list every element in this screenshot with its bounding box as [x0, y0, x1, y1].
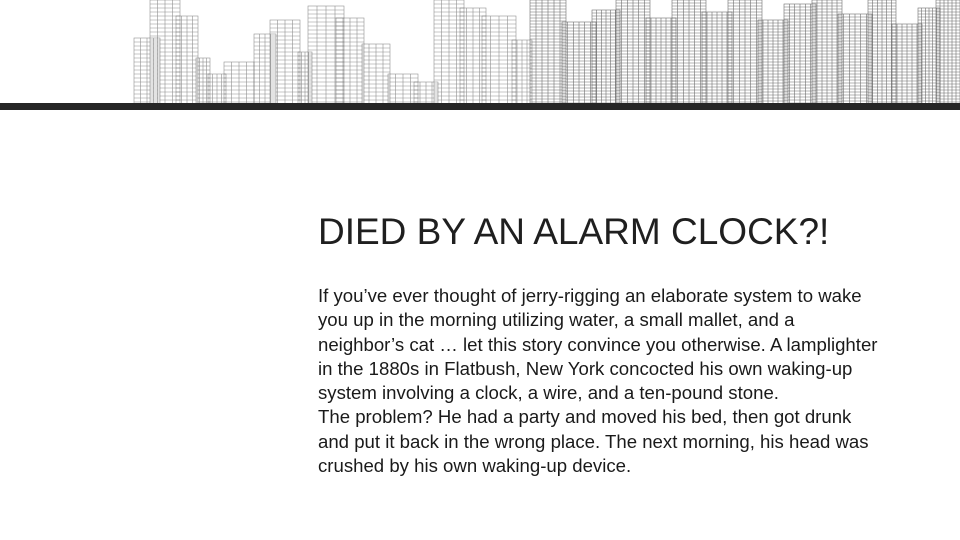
skyline-building — [253, 33, 277, 104]
skyline-building — [307, 5, 345, 104]
skyline-building — [335, 17, 365, 104]
skyline-building — [917, 7, 941, 104]
skyline-building — [891, 23, 923, 104]
skyline-building — [727, 0, 763, 104]
skyline-building — [223, 61, 255, 104]
skyline-building — [149, 0, 181, 104]
skyline-building — [783, 3, 817, 104]
skyline-building — [207, 73, 227, 104]
skyline-building — [671, 0, 707, 104]
skyline-building — [645, 17, 677, 104]
skyline-building — [935, 0, 960, 104]
body-paragraph: The problem? He had a party and moved hi… — [318, 406, 869, 477]
skyline-building — [361, 43, 391, 104]
skyline-building — [757, 19, 789, 104]
skyline-building — [413, 81, 439, 104]
slide-title: DIED BY AN ALARM CLOCK?! — [318, 211, 830, 252]
skyline-building — [387, 73, 419, 104]
skyline-building — [511, 39, 533, 104]
skyline-building — [433, 0, 465, 104]
body-paragraph: If you’ve ever thought of jerry-rigging … — [318, 285, 878, 404]
header-divider — [0, 103, 960, 110]
skyline-building — [481, 15, 517, 104]
skyline-building — [615, 0, 651, 104]
skyline-building — [175, 15, 199, 104]
skyline-building — [701, 11, 733, 104]
skyline-building — [529, 0, 567, 104]
skyline-building — [837, 13, 873, 104]
city-skyline-illustration — [133, 0, 960, 104]
skyline-building — [561, 21, 597, 104]
slide-body: If you’ve ever thought of jerry-rigging … — [318, 284, 878, 478]
skyline-building — [811, 0, 843, 104]
